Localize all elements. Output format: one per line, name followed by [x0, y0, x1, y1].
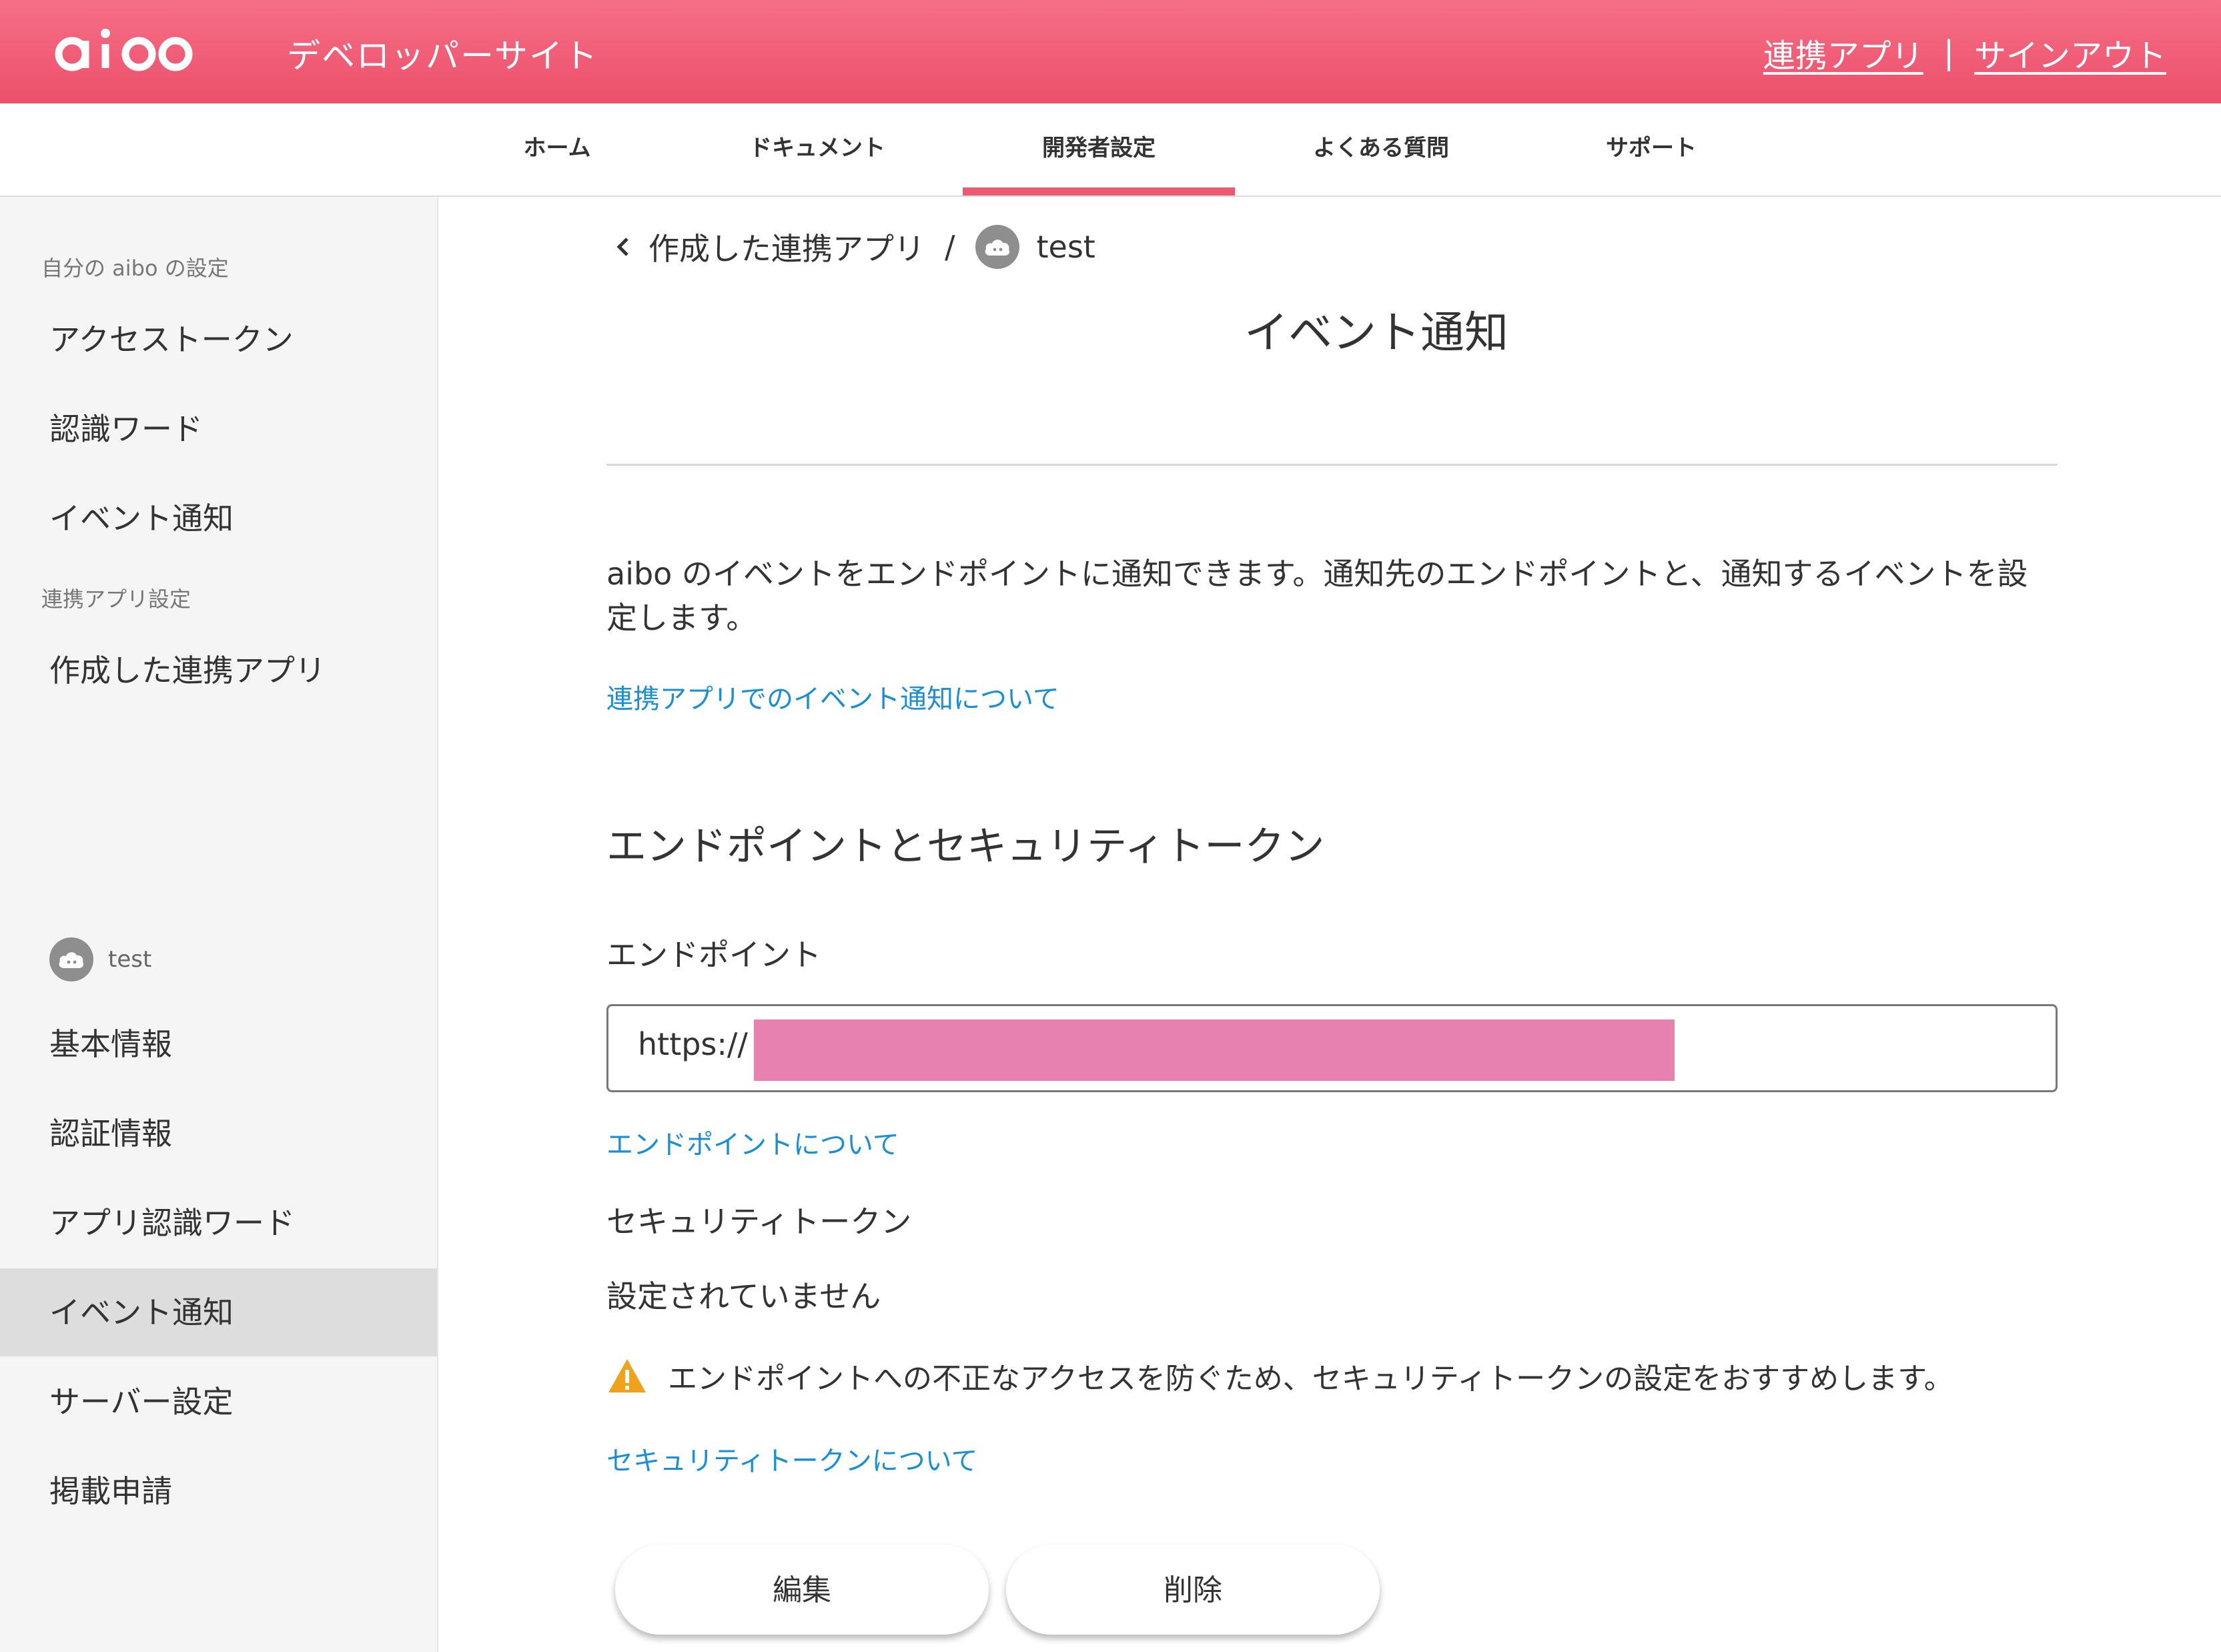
nav-documents[interactable]: ドキュメント — [734, 103, 901, 195]
warning-text: エンドポイントへの不正なアクセスを防ぐため、セキュリティトークンの設定をおすすめ… — [668, 1362, 1953, 1396]
breadcrumb: 作成した連携アプリ / test — [614, 225, 1095, 269]
nav-developer-settings[interactable]: 開発者設定 — [963, 103, 1235, 195]
sidebar-app-name: test — [108, 946, 152, 973]
breadcrumb-parent[interactable]: 作成した連携アプリ — [648, 225, 925, 269]
sidebar-item-basic-info[interactable]: 基本情報 — [0, 1000, 437, 1088]
title-divider — [606, 464, 2058, 466]
site-title: デベロッパーサイト — [287, 37, 598, 75]
security-token-link[interactable]: セキュリティトークンについて — [606, 1439, 977, 1478]
breadcrumb-separator: / — [945, 229, 955, 265]
header-link-separator: | — [1943, 34, 1954, 71]
main-content: 作成した連携アプリ / test イベント通知 aibo のイベントをエンドポイ… — [438, 197, 2221, 1652]
aibo-logo[interactable] — [52, 24, 202, 77]
main-nav: ホーム ドキュメント 開発者設定 よくある質問 サポート — [0, 103, 2221, 197]
breadcrumb-current: test — [1036, 229, 1095, 265]
sidebar-item-app-recognition-words[interactable]: アプリ認識ワード — [0, 1179, 437, 1267]
endpoint-value: https:// — [638, 1026, 748, 1062]
section-heading: エンドポイントとセキュリティトークン — [606, 823, 1325, 870]
header-link-signout[interactable]: サインアウト — [1974, 29, 2166, 76]
chevron-left-icon[interactable] — [614, 234, 631, 260]
sidebar-app-entry[interactable]: test — [49, 937, 151, 981]
page-title: イベント通知 — [438, 297, 2221, 361]
sidebar-item-auth-info[interactable]: 認証情報 — [0, 1090, 437, 1178]
sidebar-item-server-settings[interactable]: サーバー設定 — [0, 1358, 437, 1446]
page-title-text: イベント通知 — [1244, 307, 1508, 358]
nav-home[interactable]: ホーム — [490, 103, 624, 195]
sidebar-item-publish-request[interactable]: 掲載申請 — [0, 1447, 437, 1535]
cloud-icon — [975, 225, 1019, 269]
edit-button[interactable]: 編集 — [615, 1545, 989, 1635]
sidebar-section-app-settings: 連携アプリ設定 — [41, 586, 191, 612]
sidebar-item-event-notification[interactable]: イベント通知 — [0, 474, 437, 562]
intro-text: aibo のイベントをエンドポイントに通知できます。通知先のエンドポイントと、通… — [606, 556, 2028, 636]
top-header: デベロッパーサイト 連携アプリ | サインアウト — [0, 0, 2221, 103]
endpoint-label: エンドポイント — [606, 937, 821, 973]
sidebar: 自分の aibo の設定 アクセストークン 認識ワード イベント通知 連携アプリ… — [0, 197, 438, 1652]
header-links: 連携アプリ | サインアウト — [1763, 29, 2166, 76]
nav-support[interactable]: サポート — [1595, 103, 1708, 195]
sidebar-item-access-token[interactable]: アクセストークン — [0, 296, 437, 384]
endpoint-link[interactable]: エンドポイントについて — [606, 1123, 899, 1162]
delete-button[interactable]: 削除 — [1006, 1545, 1380, 1635]
cloud-icon — [49, 937, 93, 981]
redaction-block — [754, 1019, 1675, 1081]
sidebar-item-recognition-words[interactable]: 認識ワード — [0, 385, 437, 473]
sidebar-item-app-event-notification[interactable]: イベント通知 — [0, 1268, 437, 1356]
sidebar-section-my-aibo: 自分の aibo の設定 — [41, 256, 229, 281]
endpoint-input[interactable]: https:// — [606, 1004, 2058, 1092]
intro-link[interactable]: 連携アプリでのイベント通知について — [606, 677, 1059, 716]
nav-faq[interactable]: よくある質問 — [1301, 103, 1461, 195]
security-token-value: 設定されていません — [606, 1278, 881, 1314]
warning-icon — [608, 1359, 646, 1392]
sidebar-item-created-apps[interactable]: 作成した連携アプリ — [0, 627, 437, 715]
security-token-label: セキュリティトークン — [606, 1204, 912, 1240]
warning-message: エンドポイントへの不正なアクセスを防ぐため、セキュリティトークンの設定をおすすめ… — [606, 1354, 1953, 1397]
header-link-apps[interactable]: 連携アプリ — [1763, 29, 1923, 76]
